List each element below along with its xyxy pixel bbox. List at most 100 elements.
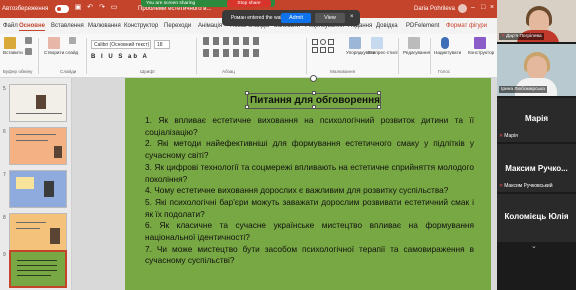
arrow-shape-icon[interactable] [312, 47, 318, 53]
find-icon [408, 37, 420, 49]
font-size-select[interactable]: 18 [154, 40, 170, 49]
divider [38, 38, 39, 74]
admit-button[interactable]: Admit [281, 13, 311, 23]
slide-thumbnail-row[interactable]: 5 [0, 84, 72, 124]
participant-display-name: Марія [525, 114, 548, 123]
slide-number: 6 [3, 129, 6, 135]
triangle-shape-icon[interactable] [320, 47, 326, 53]
thumbnail-text [17, 265, 57, 266]
tab-draw[interactable]: Малювання [88, 23, 121, 29]
divider [398, 38, 399, 74]
participant-name-label: ✕Дар'я Погрілева [499, 33, 544, 40]
chevron-down-icon[interactable]: ⌄ [531, 242, 537, 250]
view-button[interactable]: View [315, 13, 345, 23]
avatar[interactable] [458, 4, 467, 13]
font-format-buttons[interactable]: B I U S ab A [91, 54, 149, 60]
question-item: 6. Як класичне та сучасне українське мис… [145, 220, 474, 243]
question-item: 4. Чому естетичне виховання дорослих є в… [145, 185, 449, 196]
editing-button[interactable]: Редагування [403, 37, 430, 55]
font-group-label: Шрифт [140, 69, 156, 74]
slide-number: 7 [3, 172, 6, 178]
slide-thumbnail[interactable] [9, 84, 67, 122]
slide-thumbnail[interactable] [9, 170, 67, 208]
stop-share-button[interactable]: Stop share [227, 0, 271, 7]
cut-button[interactable] [24, 37, 33, 45]
slideshow-icon[interactable]: ▭ [110, 4, 118, 12]
tab-transitions[interactable]: Переходи [164, 23, 191, 29]
tab-home[interactable]: Основне [19, 23, 45, 31]
question-item: 3. Як цифрові технології та соцмережі вп… [145, 161, 474, 184]
new-slide-button[interactable]: Створити слайд [44, 37, 78, 55]
divider [306, 38, 307, 74]
divider [86, 38, 87, 74]
waiting-room-notification: Роман entered the waiting room Admit Vie… [222, 10, 360, 26]
microphone-icon [441, 37, 449, 49]
slide-thumbnail-row[interactable]: 9 [0, 250, 72, 290]
paste-button[interactable]: Вставити [3, 37, 23, 55]
slide-thumbnail-row[interactable]: 8 [0, 213, 72, 253]
slide-thumbnail[interactable] [9, 213, 67, 251]
user-name: Daria Pohrileva [414, 6, 456, 12]
slide-thumbnail-row[interactable]: 6 [0, 127, 72, 167]
participant-video-tile[interactable]: Ірина Любомирська [497, 44, 576, 96]
voice-group-label: Голос [438, 69, 451, 74]
participant-tile[interactable]: Максим Ручко... ✕Максим Ручковський [497, 144, 576, 192]
powerpoint-window: Автозбереження ▣ ↶ ↷ ▭ Проблеми естетичн… [0, 0, 497, 290]
designer-icon [474, 37, 486, 49]
line-shape-icon[interactable] [328, 39, 334, 45]
thumbnail-text [16, 222, 46, 223]
tab-design[interactable]: Конструктор [124, 23, 158, 29]
copy-button[interactable] [24, 48, 33, 56]
maximize-icon[interactable]: □ [481, 4, 485, 12]
slide-thumbnail-row[interactable]: 7 [0, 170, 72, 210]
slide-number: 5 [3, 86, 6, 92]
redo-icon[interactable]: ↷ [98, 4, 106, 12]
mic-muted-icon: ✕ [499, 183, 504, 189]
slide-thumbnail-selected[interactable] [9, 250, 67, 288]
undo-icon[interactable]: ↶ [86, 4, 94, 12]
arrange-icon [349, 37, 361, 49]
quick-styles-button[interactable]: Експрес-стилі [368, 37, 398, 55]
shapes-gallery[interactable] [312, 39, 342, 63]
close-icon[interactable]: × [350, 14, 354, 20]
thumbnail-image [54, 146, 62, 158]
participant-tile[interactable]: Коломієць Юлія [497, 194, 576, 242]
thumbnail-image [44, 181, 54, 197]
cut-icon [25, 37, 32, 44]
minimize-icon[interactable]: – [471, 4, 475, 12]
ribbon: Вставити Буфер обміну Створити слайд Сла… [0, 34, 497, 78]
thumbnail-text [16, 140, 48, 141]
drawing-group-label: Малювання [330, 69, 356, 74]
quick-styles-icon [371, 37, 383, 49]
copy-icon [25, 48, 32, 55]
designer-button[interactable]: Конструктор [468, 37, 494, 55]
participant-name-label: ✕Максим Ручковський [499, 183, 553, 189]
rotate-handle[interactable] [310, 75, 317, 82]
close-icon[interactable]: × [490, 4, 494, 12]
slide[interactable]: Питання для обговорення 1. Як впливає ес… [125, 75, 491, 290]
tab-file[interactable]: Файл [3, 23, 18, 29]
tab-insert[interactable]: Вставлення [51, 23, 84, 29]
tab-shape-format[interactable]: Формат фігури [446, 23, 487, 29]
tab-help[interactable]: Довідка [376, 23, 398, 29]
participant-tile[interactable]: Марія ✕Марія [497, 98, 576, 142]
rectangle-shape-icon[interactable] [312, 39, 318, 45]
layout-button[interactable] [68, 37, 77, 45]
dictate-button[interactable]: Надиктувати [434, 37, 461, 55]
star-shape-icon[interactable] [328, 47, 334, 53]
tab-animations[interactable]: Анімація [198, 23, 222, 29]
title-textbox[interactable]: Питання для обговорення [245, 91, 381, 109]
oval-shape-icon[interactable] [320, 39, 326, 45]
paste-icon [4, 37, 16, 49]
autosave-label: Автозбереження [2, 6, 49, 12]
participant-name: Максим Ручковський [504, 183, 553, 189]
autosave-toggle[interactable] [55, 5, 69, 13]
font-name-select[interactable]: Calibri (Основний текст) [91, 40, 151, 49]
slide-thumbnail[interactable] [9, 127, 67, 165]
tab-pdfelement[interactable]: PDFelement [406, 23, 439, 29]
arrange-button[interactable]: Упорядкувати [346, 37, 375, 55]
paragraph-buttons[interactable] [202, 37, 262, 63]
save-icon[interactable]: ▣ [74, 4, 82, 12]
participant-video-tile[interactable]: ✕Дар'я Погрілева [497, 0, 576, 42]
question-list: 1. Як впливає естетичне виховання на пси… [145, 115, 474, 267]
